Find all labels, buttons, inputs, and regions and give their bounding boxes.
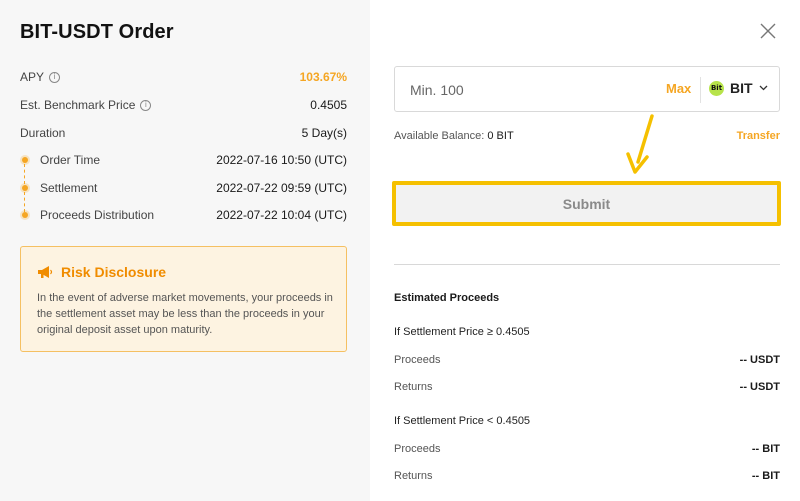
- apy-row: APY i 103.67%: [20, 67, 347, 87]
- timeline-dot: [22, 157, 28, 163]
- timeline-label: Order Time: [40, 153, 101, 167]
- timeline-dot: [22, 212, 28, 218]
- timeline-label: Proceeds Distribution: [40, 208, 155, 222]
- timeline-value: 2022-07-22 10:04 (UTC): [216, 208, 347, 222]
- benchmark-price-label: Est. Benchmark Price: [20, 98, 136, 112]
- megaphone-icon: [38, 266, 53, 278]
- returns-row-above: Returns -- USDT: [394, 381, 780, 393]
- close-icon[interactable]: [760, 23, 776, 39]
- apy-label: APY: [20, 70, 45, 84]
- duration-value: 5 Day(s): [301, 126, 347, 140]
- divider: [700, 77, 701, 103]
- returns-label: Returns: [394, 470, 433, 482]
- amount-input[interactable]: [410, 79, 640, 101]
- timeline-value: 2022-07-16 10:50 (UTC): [216, 153, 347, 167]
- returns-value: -- USDT: [739, 381, 780, 393]
- info-icon[interactable]: i: [49, 71, 61, 83]
- estimated-proceeds-title: Estimated Proceeds: [394, 292, 500, 304]
- token-symbol: BIT: [730, 80, 753, 96]
- proceeds-value: -- BIT: [751, 443, 780, 455]
- balance-value: 0 BIT: [487, 130, 514, 142]
- balance-label: Available Balance:: [394, 130, 485, 142]
- benchmark-price-value: 0.4505: [310, 98, 347, 112]
- order-form-panel: Max Bit BIT Available Balance: 0 BIT Tra…: [370, 0, 800, 501]
- max-button[interactable]: Max: [666, 81, 691, 96]
- transfer-link[interactable]: Transfer: [737, 130, 780, 142]
- timeline-label: Settlement: [40, 181, 98, 195]
- returns-value: -- BIT: [751, 470, 780, 482]
- timeline-item-order-time: Order Time 2022-07-16 10:50 (UTC): [20, 150, 347, 170]
- divider: [394, 264, 780, 265]
- proceeds-label: Proceeds: [394, 354, 441, 366]
- token-select[interactable]: Bit BIT: [709, 80, 768, 96]
- proceeds-label: Proceeds: [394, 443, 441, 455]
- timeline-dot: [22, 185, 28, 191]
- apy-value: 103.67%: [299, 70, 347, 84]
- returns-row-below: Returns -- BIT: [394, 470, 780, 482]
- proceeds-row-above: Proceeds -- USDT: [394, 354, 780, 366]
- submit-button[interactable]: Submit: [396, 185, 777, 222]
- risk-disclosure-text: In the event of adverse market movements…: [37, 292, 333, 336]
- available-balance: Available Balance: 0 BIT: [394, 130, 514, 142]
- annotation-arrow-icon: [626, 114, 654, 174]
- condition-below: If Settlement Price < 0.4505: [394, 415, 531, 427]
- timeline-item-proceeds-distribution: Proceeds Distribution 2022-07-22 10:04 (…: [20, 205, 347, 225]
- order-summary-panel: BIT-USDT Order APY i 103.67% Est. Benchm…: [0, 0, 370, 501]
- timeline-item-settlement: Settlement 2022-07-22 09:59 (UTC): [20, 178, 347, 198]
- risk-disclosure-box: Risk Disclosure In the event of adverse …: [20, 246, 347, 352]
- duration-label: Duration: [20, 126, 66, 140]
- chevron-down-icon: [759, 85, 768, 91]
- proceeds-row-below: Proceeds -- BIT: [394, 443, 780, 455]
- risk-disclosure-title: Risk Disclosure: [61, 264, 167, 280]
- duration-row: Duration 5 Day(s): [20, 123, 347, 143]
- proceeds-value: -- USDT: [739, 354, 780, 366]
- benchmark-price-row: Est. Benchmark Price i 0.4505: [20, 95, 347, 115]
- timeline-value: 2022-07-22 09:59 (UTC): [216, 181, 347, 195]
- amount-field: Max Bit BIT: [394, 66, 780, 112]
- returns-label: Returns: [394, 381, 433, 393]
- bit-token-icon: Bit: [709, 80, 724, 96]
- condition-above: If Settlement Price ≥ 0.4505: [394, 326, 530, 338]
- submit-highlight: Submit: [392, 181, 781, 226]
- info-icon[interactable]: i: [140, 99, 152, 111]
- page-title: BIT-USDT Order: [20, 21, 174, 43]
